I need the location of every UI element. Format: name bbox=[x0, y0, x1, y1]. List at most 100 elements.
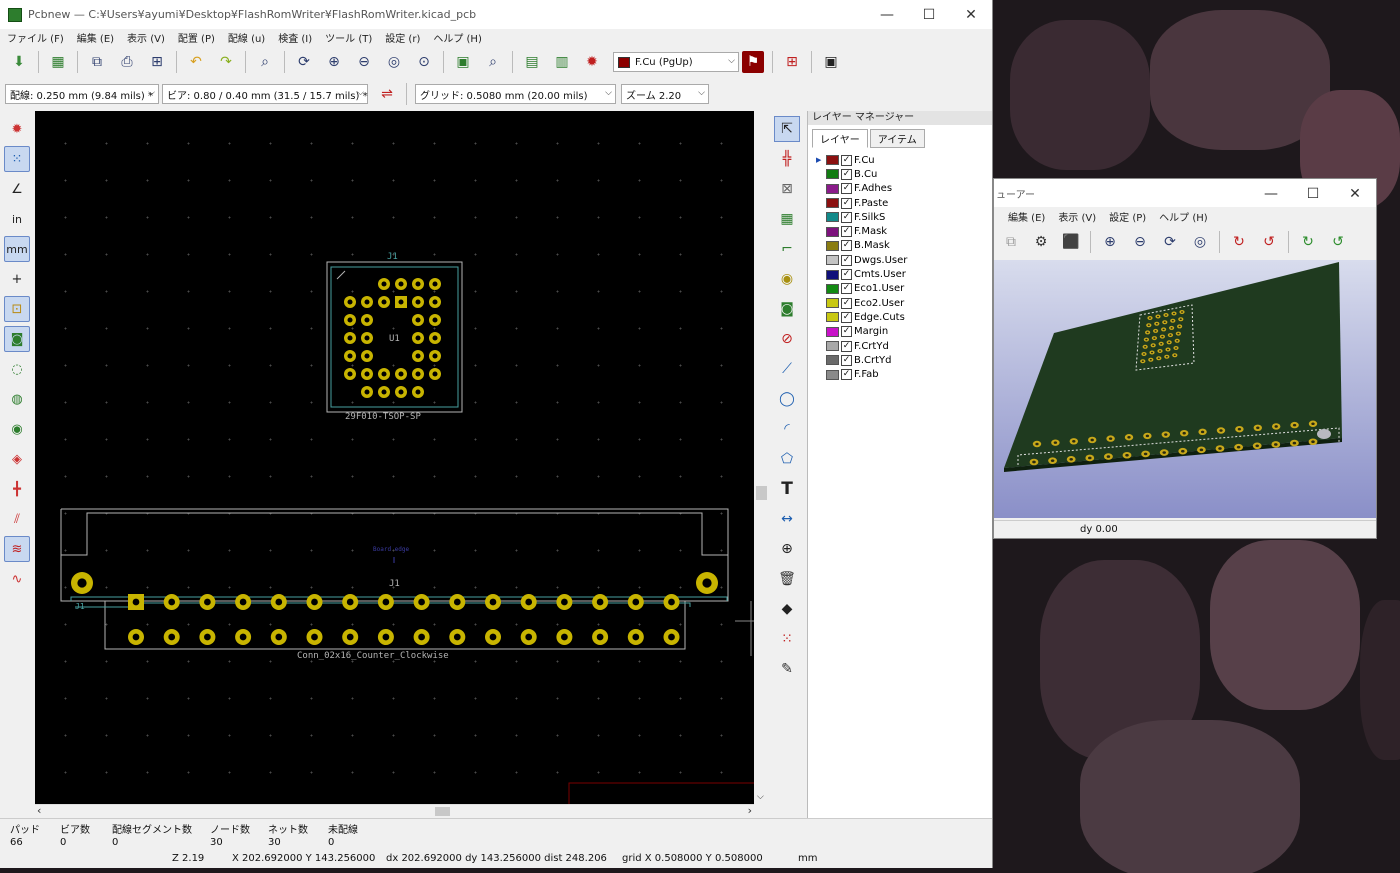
layer-row[interactable]: ✓ F.SilkS bbox=[816, 210, 992, 224]
rotate-x-ccw-icon[interactable]: ↺ bbox=[1258, 231, 1280, 253]
layer-color-swatch[interactable] bbox=[826, 355, 839, 366]
show-ratsnest-icon[interactable]: ⊡ bbox=[4, 296, 30, 322]
viewer-redraw-icon[interactable]: ⟳ bbox=[1159, 231, 1181, 253]
menu-help[interactable]: ヘルプ (H) bbox=[433, 30, 482, 45]
layer-color-swatch[interactable] bbox=[826, 226, 839, 237]
menu-inspect[interactable]: 検査 (I) bbox=[278, 30, 312, 45]
select-arrow-icon[interactable]: ⇱ bbox=[774, 116, 800, 142]
layer-color-swatch[interactable] bbox=[826, 198, 839, 209]
viewer-menu-edit[interactable]: 編集 (E) bbox=[1008, 209, 1045, 224]
autoplace-icon[interactable]: ⊞ bbox=[781, 51, 803, 73]
layer-name[interactable]: F.Adhes bbox=[854, 183, 892, 194]
high-contrast-icon[interactable]: ⫽ bbox=[4, 506, 30, 532]
viewer-menu-help[interactable]: ヘルプ (H) bbox=[1159, 209, 1208, 224]
delete-icon[interactable]: 🗑 bbox=[774, 566, 800, 592]
add-via-icon[interactable]: ◉ bbox=[774, 266, 800, 292]
mm-units-icon[interactable]: mm bbox=[4, 236, 30, 262]
route-track-icon[interactable]: ⌐ bbox=[774, 236, 800, 262]
layer-visibility-checkbox[interactable]: ✓ bbox=[841, 369, 852, 381]
layer-row[interactable]: ▶ ✓ F.Cu bbox=[816, 153, 992, 167]
cursor-shape-icon[interactable]: + bbox=[4, 266, 30, 292]
menu-place[interactable]: 配置 (P) bbox=[178, 30, 215, 45]
add-footprint-icon[interactable]: ▦ bbox=[774, 206, 800, 232]
grid-origin-icon[interactable]: ⁙ bbox=[774, 626, 800, 652]
horizontal-scrollbar[interactable]: ‹ › bbox=[35, 804, 754, 818]
layer-row[interactable]: ✓ F.Paste bbox=[816, 196, 992, 210]
menu-view[interactable]: 表示 (V) bbox=[127, 30, 165, 45]
layer-name[interactable]: Dwgs.User bbox=[854, 255, 907, 266]
layer-visibility-checkbox[interactable]: ✓ bbox=[841, 340, 852, 352]
menu-preferences[interactable]: 設定 (r) bbox=[385, 30, 420, 45]
draw-line-icon[interactable]: ⟋ bbox=[774, 356, 800, 382]
layer-color-swatch[interactable] bbox=[826, 240, 839, 251]
viewer-zoom-fit-icon[interactable]: ◎ bbox=[1189, 231, 1211, 253]
layer-visibility-checkbox[interactable]: ✓ bbox=[841, 183, 852, 195]
layer-visibility-checkbox[interactable]: ✓ bbox=[841, 226, 852, 238]
vscroll-thumb[interactable] bbox=[756, 486, 767, 500]
maximize-button[interactable]: ☐ bbox=[908, 0, 950, 29]
footprint-editor-icon[interactable]: ▣ bbox=[452, 51, 474, 73]
vertical-scrollbar[interactable]: ⌵ bbox=[754, 111, 769, 804]
refresh-icon[interactable]: ⟳ bbox=[293, 51, 315, 73]
hscroll-thumb[interactable] bbox=[435, 807, 450, 816]
add-keepout-icon[interactable]: ⊘ bbox=[774, 326, 800, 352]
highlight-net-icon[interactable]: ╬ bbox=[774, 146, 800, 172]
track-sketch-icon[interactable]: ╋ bbox=[4, 476, 30, 502]
local-ratsnest-icon[interactable]: ⊠ bbox=[774, 176, 800, 202]
drc-off-icon[interactable]: ✹ bbox=[4, 116, 30, 142]
zoom-out-icon[interactable]: ⊖ bbox=[353, 51, 375, 73]
zoom-in-icon[interactable]: ⊕ bbox=[323, 51, 345, 73]
close-button[interactable]: ✕ bbox=[950, 0, 992, 29]
set-origin-icon[interactable]: ◆ bbox=[774, 596, 800, 622]
layer-row[interactable]: ✓ Eco2.User bbox=[816, 296, 992, 310]
add-zone-icon[interactable]: ◙ bbox=[774, 296, 800, 322]
find-icon[interactable]: ⌕ bbox=[254, 51, 276, 73]
layer-name[interactable]: Eco2.User bbox=[854, 298, 904, 309]
layer-name[interactable]: F.Cu bbox=[854, 155, 875, 166]
pcb-canvas[interactable]: J1 U1 29F010-TSOP-SP Board edge J1 J1 Co… bbox=[35, 111, 754, 804]
add-text-icon[interactable]: T bbox=[774, 476, 800, 502]
copy-image-icon[interactable]: ⧉ bbox=[1000, 231, 1022, 253]
3d-render-canvas[interactable] bbox=[994, 260, 1376, 518]
layer-color-swatch[interactable] bbox=[826, 169, 839, 180]
layer-color-swatch[interactable] bbox=[826, 255, 839, 266]
layer-name[interactable]: Edge.Cuts bbox=[854, 312, 905, 323]
page-settings-icon[interactable]: ⧉ bbox=[86, 51, 108, 73]
zoom-selection-icon[interactable]: ⊙ bbox=[413, 51, 435, 73]
track-width-select[interactable]: 配線: 0.250 mm (9.84 mils) * ⌵ bbox=[5, 84, 159, 104]
layer-color-swatch[interactable] bbox=[826, 341, 839, 351]
layer-name[interactable]: B.CrtYd bbox=[854, 355, 892, 366]
layers-manager-icon[interactable]: ≋ bbox=[4, 536, 30, 562]
rotate-y-ccw-icon[interactable]: ↺ bbox=[1327, 231, 1349, 253]
layer-row[interactable]: ✓ Cmts.User bbox=[816, 267, 992, 281]
layer-visibility-checkbox[interactable]: ✓ bbox=[841, 197, 852, 209]
layer-color-swatch[interactable] bbox=[826, 283, 839, 294]
layer-row[interactable]: ✓ B.Mask bbox=[816, 239, 992, 253]
minimize-button[interactable]: — bbox=[866, 0, 908, 29]
layer-name[interactable]: Cmts.User bbox=[854, 269, 906, 280]
save-icon[interactable]: ⬇ bbox=[8, 51, 30, 73]
layer-visibility-checkbox[interactable]: ✓ bbox=[841, 297, 852, 309]
menu-file[interactable]: ファイル (F) bbox=[7, 30, 64, 45]
viewer-title-bar[interactable]: ューアー — ☐ ✕ bbox=[994, 179, 1376, 207]
draw-circle-icon[interactable]: ◯ bbox=[774, 386, 800, 412]
chevron-down-icon[interactable]: ⌵ bbox=[757, 792, 764, 802]
add-dimension-icon[interactable]: ↔ bbox=[774, 506, 800, 532]
layer-color-swatch[interactable] bbox=[826, 269, 839, 280]
viewer-zoom-out-icon[interactable]: ⊖ bbox=[1129, 231, 1151, 253]
tab-items[interactable]: アイテム bbox=[869, 129, 925, 148]
layer-visibility-checkbox[interactable]: ✓ bbox=[841, 254, 852, 266]
via-sketch-icon[interactable]: ◈ bbox=[4, 446, 30, 472]
layer-visibility-checkbox[interactable]: ✓ bbox=[841, 240, 852, 252]
undo-icon[interactable]: ↶ bbox=[185, 51, 207, 73]
measure-icon[interactable]: ✎ bbox=[774, 656, 800, 682]
rotate-x-cw-icon[interactable]: ↻ bbox=[1228, 231, 1250, 253]
rotate-y-cw-icon[interactable]: ↻ bbox=[1297, 231, 1319, 253]
layer-color-swatch[interactable] bbox=[826, 369, 839, 380]
polar-coords-icon[interactable]: ∠ bbox=[4, 176, 30, 202]
plot-icon[interactable]: ⊞ bbox=[146, 51, 168, 73]
grid-toggle-icon[interactable]: ⁙ bbox=[4, 146, 30, 172]
netlist-icon[interactable]: ▤ bbox=[521, 51, 543, 73]
layer-row[interactable]: ✓ B.Cu bbox=[816, 167, 992, 181]
layer-visibility-checkbox[interactable]: ✓ bbox=[841, 283, 852, 295]
